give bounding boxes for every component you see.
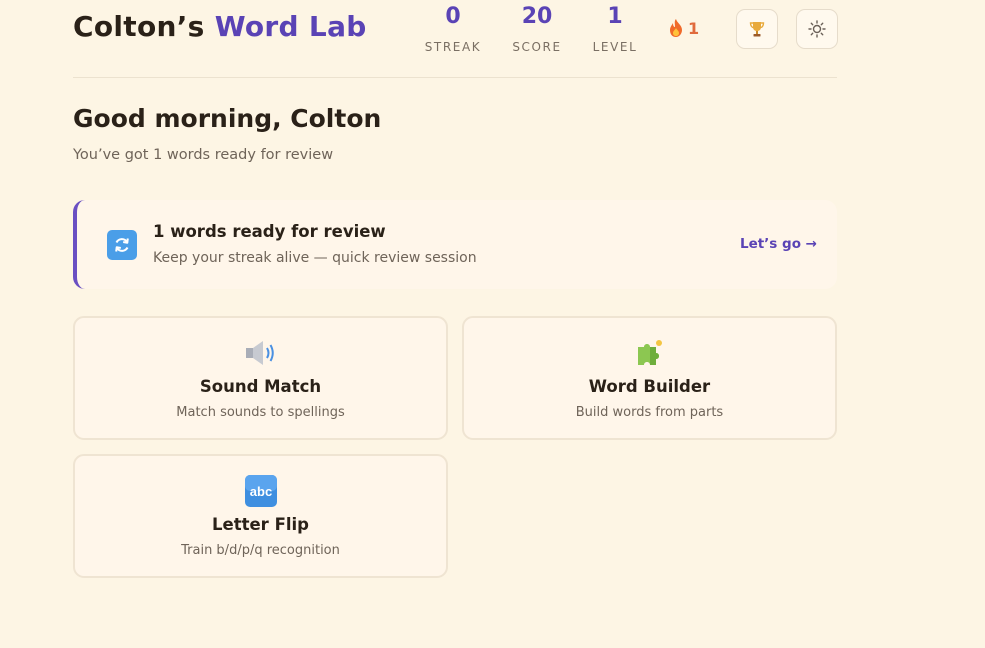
fire-streak: 1 <box>669 18 699 40</box>
streak-label: STREAK <box>424 40 482 54</box>
game-description: Train b/d/p/q recognition <box>181 543 340 558</box>
score-label: SCORE <box>512 40 562 54</box>
game-title: Word Builder <box>588 377 711 396</box>
top-header: Colton’s Word Lab 0 STREAK 20 SCORE 1 LE… <box>73 0 838 78</box>
lets-go-link[interactable]: Let’s go → <box>740 236 817 252</box>
game-card-letter-flip[interactable]: abc Letter Flip Train b/d/p/q recognitio… <box>73 454 448 578</box>
game-description: Build words from parts <box>575 405 724 420</box>
level-stat: 1 LEVEL <box>575 2 655 54</box>
svg-text:abc: abc <box>249 484 271 499</box>
app-title-accent: Word Lab <box>214 10 367 43</box>
level-value: 1 <box>607 4 623 29</box>
settings-sun-icon <box>808 20 826 38</box>
greeting-title: Good morning, Colton <box>73 104 382 133</box>
review-subtitle: Keep your streak alive — quick review se… <box>153 250 477 266</box>
score-stat: 20 SCORE <box>497 2 577 54</box>
greeting-subtitle: You’ve got 1 words ready for review <box>73 147 334 163</box>
game-card-sound-match[interactable]: Sound Match Match sounds to spellings <box>73 316 448 440</box>
puzzle-icon <box>633 336 667 370</box>
streak-stat: 0 STREAK <box>413 2 493 54</box>
review-card[interactable]: 1 words ready for review Keep your strea… <box>73 200 837 289</box>
review-title: 1 words ready for review <box>153 222 386 241</box>
trophy-button[interactable] <box>736 9 778 49</box>
app-title-owner: Colton’s <box>73 10 205 43</box>
game-title: Letter Flip <box>212 515 309 534</box>
settings-button[interactable] <box>796 9 838 49</box>
app-title: Colton’s Word Lab <box>73 10 367 43</box>
game-description: Match sounds to spellings <box>176 405 345 420</box>
refresh-icon <box>107 230 137 260</box>
score-value: 20 <box>521 4 553 29</box>
trophy-icon <box>749 22 765 37</box>
fire-count: 1 <box>688 19 700 38</box>
abc-icon: abc <box>244 474 278 508</box>
speaker-icon <box>244 336 278 370</box>
streak-value: 0 <box>445 4 461 29</box>
game-card-word-builder[interactable]: Word Builder Build words from parts <box>462 316 837 440</box>
fire-icon <box>670 19 682 37</box>
game-title: Sound Match <box>199 377 322 396</box>
level-label: LEVEL <box>592 40 638 54</box>
